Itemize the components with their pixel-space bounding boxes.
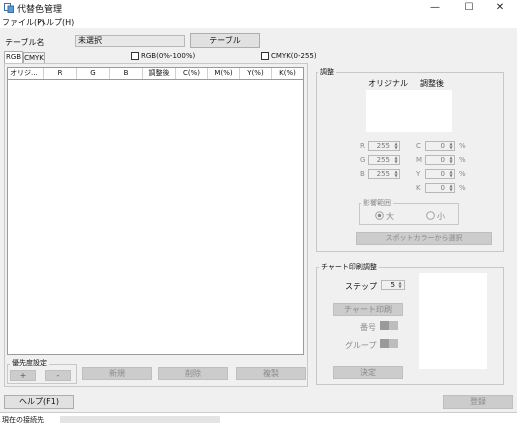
app-window: 代替色管理 — ☐ ✕ ファイル(F) ヘルプ(H) テーブル名 未選択 テーブ… bbox=[0, 0, 517, 427]
range-small-radio[interactable] bbox=[426, 211, 435, 222]
status-bar: 現在の接続先 bbox=[0, 412, 517, 427]
copy-button[interactable]: 複製 bbox=[236, 367, 306, 380]
step-label: ステップ bbox=[345, 282, 377, 291]
k-unit: % bbox=[459, 184, 466, 192]
column-header-c[interactable]: C(%) bbox=[176, 68, 208, 79]
priority-down-button[interactable]: - bbox=[45, 370, 71, 381]
window-title: 代替色管理 bbox=[17, 5, 63, 15]
column-header-r[interactable]: R bbox=[44, 68, 77, 79]
color-table-body[interactable] bbox=[7, 80, 304, 355]
help-button[interactable]: ヘルプ(F1) bbox=[4, 395, 74, 409]
spot-color-button[interactable]: スポットカラーから選択 bbox=[356, 232, 492, 245]
title-bar: 代替色管理 — ☐ ✕ bbox=[0, 0, 517, 16]
app-icon bbox=[4, 3, 14, 13]
number-label: 番号 bbox=[360, 323, 376, 332]
tab-rgb[interactable]: RGB bbox=[4, 51, 23, 63]
cmyk-range-label: CMYK(0-255) bbox=[271, 52, 317, 60]
confirm-button[interactable]: 決定 bbox=[333, 366, 403, 379]
c-unit: % bbox=[459, 142, 466, 150]
menu-help[interactable]: ヘルプ(H) bbox=[38, 17, 74, 28]
r-label: R bbox=[360, 142, 365, 150]
b-spinner-arrows-icon[interactable]: ▲ ▼ bbox=[393, 170, 399, 178]
chart-preview bbox=[419, 273, 487, 369]
group-label: グループ bbox=[345, 341, 377, 350]
table-name-field: 未選択 bbox=[75, 35, 185, 47]
column-header-g[interactable]: G bbox=[77, 68, 110, 79]
minimize-button[interactable]: — bbox=[421, 0, 449, 16]
rgb-percent-checkbox[interactable] bbox=[131, 52, 139, 60]
step-spinner-arrows-icon[interactable]: ▲ ▼ bbox=[397, 281, 403, 289]
m-spinner-arrows-icon[interactable]: ▲ ▼ bbox=[448, 156, 454, 164]
adjusted-label: 調整後 bbox=[420, 79, 444, 88]
column-header-adjusted[interactable]: 調整後 bbox=[143, 68, 176, 79]
y-label: Y bbox=[416, 170, 421, 178]
priority-up-button[interactable]: + bbox=[10, 370, 36, 381]
color-preview bbox=[366, 90, 452, 132]
group-toggle[interactable] bbox=[380, 339, 398, 348]
cmyk-range-checkbox[interactable] bbox=[261, 52, 269, 60]
column-header-m[interactable]: M(%) bbox=[208, 68, 240, 79]
table-button[interactable]: テーブル bbox=[190, 33, 260, 48]
b-label: B bbox=[360, 170, 365, 178]
chart-print-legend: チャート印刷調整 bbox=[319, 262, 379, 272]
c-label: C bbox=[416, 142, 421, 150]
m-label: M bbox=[416, 156, 423, 164]
adjust-legend: 調整 bbox=[318, 67, 336, 77]
column-header-b[interactable]: B bbox=[110, 68, 143, 79]
k-spinner-arrows-icon[interactable]: ▲ ▼ bbox=[448, 184, 454, 192]
connection-value-redacted bbox=[60, 416, 220, 423]
g-label: G bbox=[360, 156, 366, 164]
y-unit: % bbox=[459, 170, 466, 178]
table-name-label: テーブル名 bbox=[5, 38, 45, 47]
g-spinner-arrows-icon[interactable]: ▲ ▼ bbox=[393, 156, 399, 164]
m-unit: % bbox=[459, 156, 466, 164]
range-legend: 影響範囲 bbox=[361, 198, 393, 208]
column-header-y[interactable]: Y(%) bbox=[240, 68, 272, 79]
register-button[interactable]: 登録 bbox=[443, 395, 513, 409]
column-header-original[interactable]: オリジ... bbox=[8, 68, 44, 79]
new-button[interactable]: 新規 bbox=[82, 367, 152, 380]
c-spinner-arrows-icon[interactable]: ▲ ▼ bbox=[448, 142, 454, 150]
number-toggle[interactable] bbox=[380, 321, 398, 330]
r-spinner-arrows-icon[interactable]: ▲ ▼ bbox=[393, 142, 399, 150]
close-button[interactable]: ✕ bbox=[486, 0, 514, 16]
range-large-radio[interactable] bbox=[375, 211, 384, 222]
current-connection-label: 現在の接続先 bbox=[2, 416, 44, 424]
range-large-label: 大 bbox=[386, 212, 394, 221]
column-header-k[interactable]: K(%) bbox=[272, 68, 303, 79]
y-spinner-arrows-icon[interactable]: ▲ ▼ bbox=[448, 170, 454, 178]
maximize-button[interactable]: ☐ bbox=[455, 0, 483, 16]
range-small-label: 小 bbox=[437, 212, 445, 221]
rgb-percent-label: RGB(0%-100%) bbox=[141, 52, 196, 60]
chart-print-button[interactable]: チャート印刷 bbox=[333, 303, 403, 316]
delete-button[interactable]: 削除 bbox=[158, 367, 228, 380]
tab-cmyk[interactable]: CMYK bbox=[23, 52, 45, 63]
k-label: K bbox=[416, 184, 421, 192]
color-table-header: オリジ... R G B 調整後 C(%) M(%) Y(%) K(%) bbox=[7, 67, 304, 80]
menu-bar: ファイル(F) ヘルプ(H) bbox=[0, 16, 517, 28]
original-label: オリジナル bbox=[368, 79, 408, 88]
priority-legend: 優先度設定 bbox=[10, 358, 49, 368]
